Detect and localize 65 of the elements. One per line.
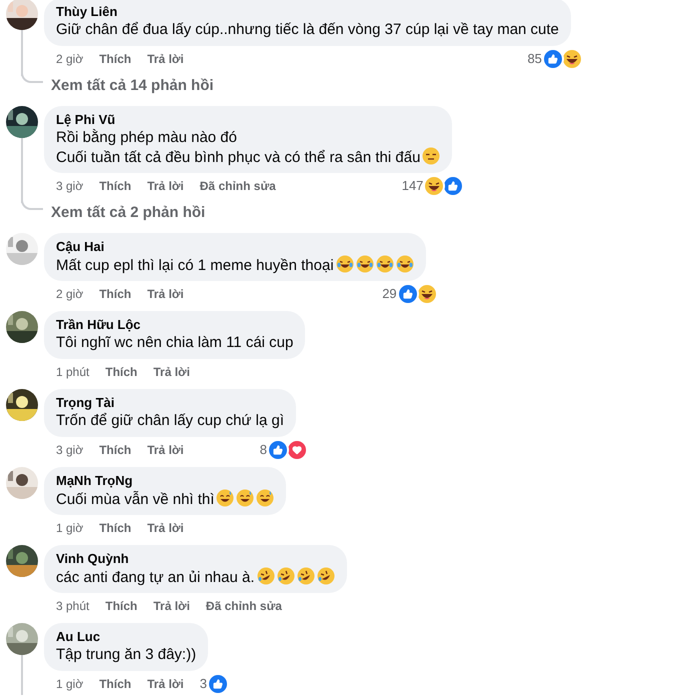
reaction-count[interactable]: 3 [200,674,207,694]
reply-link[interactable]: Trả lời [147,441,184,459]
haha-reaction-icon [423,175,446,197]
emoji-expressionless-icon [422,147,440,165]
commenter-name[interactable]: Vinh Quỳnh [56,551,335,567]
reply-link[interactable]: Trả lời [147,285,184,303]
like-link[interactable]: Thích [99,50,132,68]
reply-link[interactable]: Trả lời [147,675,184,693]
comment-time[interactable]: 1 giờ [56,675,84,693]
comment-text: Tôi nghĩ wc nên chia làm 11 cái cup [56,333,294,352]
comment-time[interactable]: 2 giờ [56,50,84,68]
comment-text: Cuối tuần tất cả đều bình phục và có thể ra sân thi đấu [56,147,440,166]
comment-text: Cuối mùa vẫn về nhì thì [56,489,274,508]
commenter-name[interactable]: Cậu Hai [56,239,414,255]
comment-time[interactable]: 3 giờ [56,177,84,195]
emoji-tears-icon [376,255,394,273]
emoji-tears-icon [356,255,374,273]
comment-time[interactable]: 1 phút [56,363,90,381]
comment-text: Giữ chân để đua lấy cúp..nhưng tiếc là đến vòng 37 cúp lại về tay man cute [56,20,559,39]
comment-time[interactable]: 3 phút [56,597,90,615]
like-link[interactable]: Thích [105,597,138,615]
reply-link[interactable]: Trả lời [153,363,190,381]
edited-label[interactable]: Đã chỉnh sửa [206,597,282,615]
commenter-name[interactable]: Au Luc [56,629,196,645]
reply-link[interactable]: Trả lời [147,177,184,195]
comment-text: các anti đang tự an ủi nhau à. [56,567,335,586]
reply-link[interactable]: Trả lời [153,597,190,615]
view-replies-link[interactable]: Xem tất cả 2 phản hồi [51,204,206,222]
commenter-name[interactable]: Thùy Liên [56,4,559,20]
haha-reaction-icon [560,48,583,70]
commenter-name[interactable]: Lệ Phi Vũ [56,112,440,128]
like-link[interactable]: Thích [99,675,132,693]
like-link[interactable]: Thích [105,363,138,381]
haha-reaction-icon [416,283,438,305]
emoji-rofl-icon [276,567,295,585]
emoji-rofl-icon [316,567,335,585]
emoji-sweat-icon [216,489,234,507]
commenter-name[interactable]: Trần Hữu Lộc [56,317,294,333]
emoji-rofl-icon [296,567,315,585]
comment-time[interactable]: 3 giờ [56,441,84,459]
reaction-count[interactable]: 85 [527,49,542,69]
commenter-name[interactable]: MạNh TrọNg [56,473,274,489]
like-link[interactable]: Thích [99,177,132,195]
emoji-sweat-icon [256,489,274,507]
comment-text: Trốn để giữ chân lấy cup chứ lạ gì [56,411,284,430]
emoji-rofl-icon [256,567,275,585]
comment-text: Mất cup epl thì lại có 1 meme huyền thoại [56,255,414,274]
emoji-tears-icon [336,255,354,273]
comment-time[interactable]: 1 giờ [56,519,84,537]
reaction-count[interactable]: 147 [402,176,424,196]
edited-label[interactable]: Đã chỉnh sửa [200,177,276,195]
emoji-sweat-icon [236,489,254,507]
reply-link[interactable]: Trả lời [147,50,184,68]
emoji-tears-icon [396,255,414,273]
view-replies-link[interactable]: Xem tất cả 14 phản hồi [51,77,214,95]
commenter-name[interactable]: Trọng Tài [56,395,284,411]
reaction-count[interactable]: 8 [260,440,267,460]
comment-text: Rồi bằng phép màu nào đó [56,128,238,147]
comment-text: Tập trung ăn 3 đây:)) [56,645,196,664]
reply-link[interactable]: Trả lời [147,519,184,537]
reaction-count[interactable]: 29 [382,284,397,304]
like-link[interactable]: Thích [99,519,132,537]
comment-time[interactable]: 2 giờ [56,285,84,303]
like-link[interactable]: Thích [99,441,132,459]
like-link[interactable]: Thích [99,285,132,303]
